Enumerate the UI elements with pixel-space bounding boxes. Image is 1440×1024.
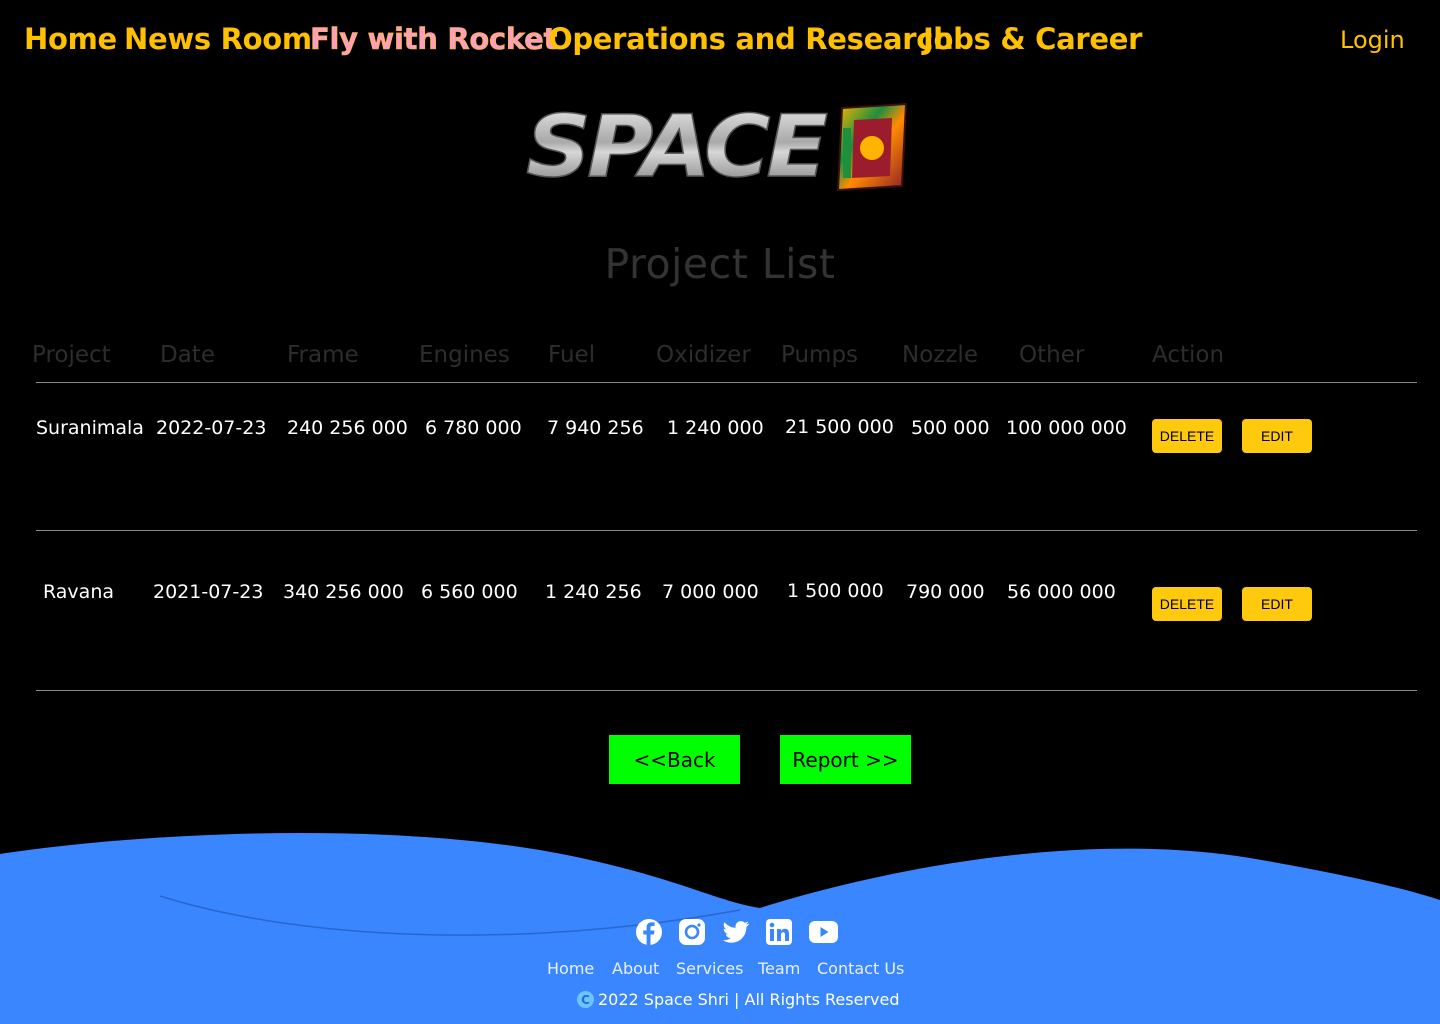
twitter-icon[interactable] xyxy=(722,918,750,946)
nav-fly-with-rocket[interactable]: Fly with Rocket xyxy=(310,22,558,57)
cell-nozzle: 500 000 xyxy=(911,417,990,439)
facebook-icon[interactable] xyxy=(635,918,663,946)
copyright-icon: C xyxy=(577,991,594,1008)
table-divider xyxy=(36,382,1417,383)
nav-news-room[interactable]: News Room xyxy=(124,22,312,56)
copyright: C 2022 Space Shri | All Rights Reserved xyxy=(577,990,899,1009)
cell-other: 100 000 000 xyxy=(1006,417,1127,439)
cell-other: 56 000 000 xyxy=(1007,581,1116,603)
cell-engines: 6 560 000 xyxy=(421,581,518,603)
cell-engines: 6 780 000 xyxy=(425,417,522,439)
footer-link-team[interactable]: Team xyxy=(758,959,800,978)
cell-date: 2021-07-23 xyxy=(153,581,264,603)
logo-text: SPACE xyxy=(526,98,827,196)
col-header-action: Action xyxy=(1152,342,1225,368)
table-divider xyxy=(36,530,1417,531)
col-header-pumps: Pumps xyxy=(781,342,859,368)
instagram-icon[interactable] xyxy=(678,918,706,946)
footer-link-services[interactable]: Services xyxy=(676,959,743,978)
col-header-engines: Engines xyxy=(419,342,510,368)
col-header-fuel: Fuel xyxy=(548,342,596,368)
cell-nozzle: 790 000 xyxy=(906,581,985,603)
cell-fuel: 1 240 256 xyxy=(545,581,642,603)
col-header-date: Date xyxy=(160,342,215,368)
cell-frame: 340 256 000 xyxy=(283,581,404,603)
copyright-text: 2022 Space Shri | All Rights Reserved xyxy=(598,990,900,1009)
col-header-oxidizer: Oxidizer xyxy=(656,342,751,368)
cell-frame: 240 256 000 xyxy=(287,417,408,439)
cell-oxidizer: 7 000 000 xyxy=(662,581,759,603)
col-header-project: Project xyxy=(32,342,111,368)
cell-pumps: 1 500 000 xyxy=(787,580,884,602)
col-header-other: Other xyxy=(1019,342,1085,368)
login-link[interactable]: Login xyxy=(1340,26,1405,54)
nav-operations-research[interactable]: Operations and Research xyxy=(548,22,954,56)
nav-jobs-career[interactable]: Jobs & Career xyxy=(923,22,1142,56)
nav-home[interactable]: Home xyxy=(24,22,117,56)
delete-button[interactable]: DELETE xyxy=(1152,587,1222,621)
footer-link-about[interactable]: About xyxy=(612,959,659,978)
cell-project: Ravana xyxy=(43,581,114,603)
linkedin-icon[interactable] xyxy=(765,918,793,946)
space-logo: SPACE xyxy=(525,98,908,196)
table-divider xyxy=(36,690,1417,691)
back-button[interactable]: <<Back xyxy=(609,735,740,784)
col-header-nozzle: Nozzle xyxy=(902,342,978,368)
delete-button[interactable]: DELETE xyxy=(1152,419,1222,453)
cell-date: 2022-07-23 xyxy=(156,417,267,439)
cell-project: Suranimala xyxy=(36,417,144,439)
youtube-icon[interactable] xyxy=(808,918,839,946)
edit-button[interactable]: EDIT xyxy=(1242,587,1312,621)
edit-button[interactable]: EDIT xyxy=(1242,419,1312,453)
report-button[interactable]: Report >> xyxy=(780,735,911,784)
footer-link-home[interactable]: Home xyxy=(547,959,594,978)
cell-fuel: 7 940 256 xyxy=(547,417,644,439)
cell-pumps: 21 500 000 xyxy=(785,416,894,438)
page-title: Project List xyxy=(604,240,836,288)
footer-link-contact-us[interactable]: Contact Us xyxy=(817,959,904,978)
top-nav: Home News Room Fly with Rocket Operation… xyxy=(0,0,1440,80)
col-header-frame: Frame xyxy=(287,342,359,368)
sri-lanka-flag-emblem xyxy=(836,102,908,192)
cell-oxidizer: 1 240 000 xyxy=(667,417,764,439)
